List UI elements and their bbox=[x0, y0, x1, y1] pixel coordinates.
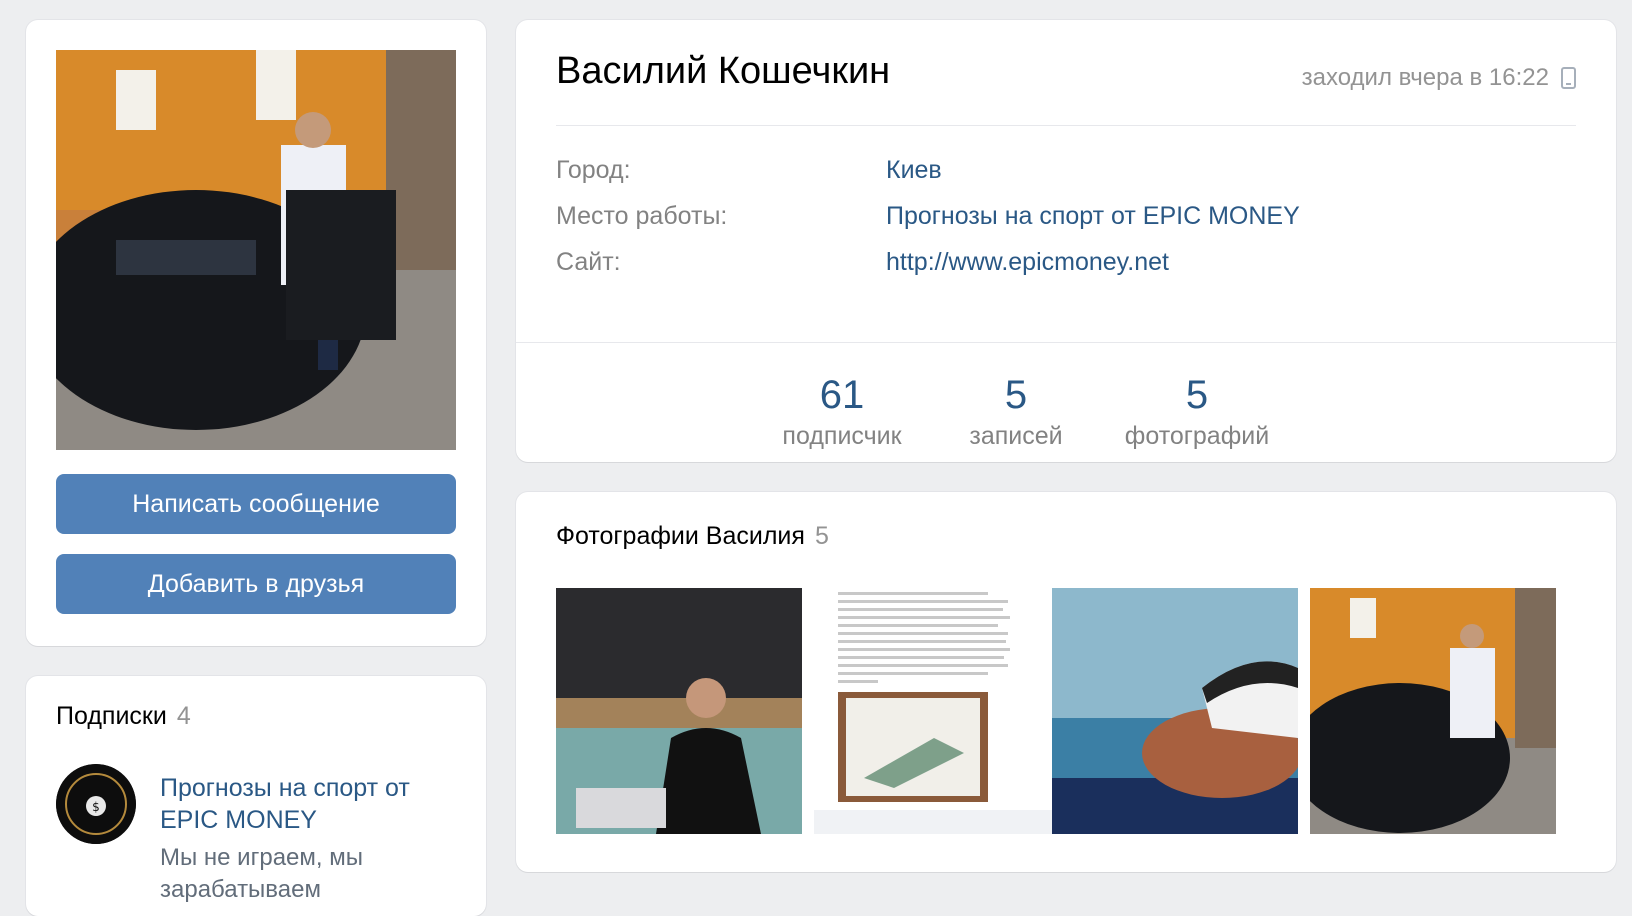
mobile-phone-icon bbox=[1561, 67, 1576, 89]
counter-label: записей bbox=[969, 422, 1063, 450]
photo-thumbnail[interactable] bbox=[814, 588, 1060, 834]
photos-title: Фотографии Василия bbox=[556, 522, 805, 550]
subscription-avatar[interactable]: $ bbox=[56, 764, 136, 844]
photo-thumbnail[interactable] bbox=[1310, 588, 1556, 834]
online-status: заходил вчера в 16:22 bbox=[1302, 64, 1576, 92]
send-message-button[interactable]: Написать сообщение bbox=[56, 474, 456, 534]
subscriptions-title: Подписки bbox=[56, 702, 167, 730]
workplace-link[interactable]: Прогнозы на спорт от EPIC MONEY bbox=[886, 196, 1300, 236]
profile-name: Василий Кошечкин bbox=[556, 50, 891, 92]
photo-thumbnail[interactable] bbox=[1052, 588, 1298, 834]
counter-value: 5 bbox=[1185, 373, 1209, 417]
info-label: Сайт: bbox=[556, 248, 621, 276]
subscriptions-card: Подписки 4 $ Прогнозы на спорт от EPIC MO… bbox=[26, 676, 486, 916]
counter-photos[interactable]: 5 фотографий bbox=[1112, 370, 1282, 452]
divider bbox=[556, 125, 1576, 126]
add-friend-button[interactable]: Добавить в друзья bbox=[56, 554, 456, 614]
subscription-name-link[interactable]: Прогнозы на спорт от EPIC MONEY bbox=[160, 772, 460, 836]
subscriptions-header[interactable]: Подписки 4 bbox=[56, 702, 191, 731]
counter-label: подписчик bbox=[782, 422, 902, 450]
counter-label: фотографий bbox=[1124, 422, 1270, 450]
divider bbox=[516, 342, 1616, 343]
subscriptions-count: 4 bbox=[176, 702, 191, 730]
profile-photo[interactable] bbox=[56, 50, 456, 450]
info-label: Город: bbox=[556, 156, 631, 184]
svg-text:$: $ bbox=[92, 800, 100, 814]
profile-info-card: Василий Кошечкин заходил вчера в 16:22 Г… bbox=[516, 20, 1616, 462]
website-link[interactable]: http://www.epicmoney.net bbox=[886, 242, 1169, 282]
photo-thumbnail[interactable] bbox=[556, 588, 802, 834]
info-label: Место работы: bbox=[556, 202, 728, 230]
photos-card: Фотографии Василия 5 bbox=[516, 492, 1616, 872]
counter-followers[interactable]: 61 подписчик bbox=[762, 370, 922, 452]
photos-header[interactable]: Фотографии Василия 5 bbox=[556, 522, 829, 551]
online-status-text: заходил вчера в 16:22 bbox=[1301, 64, 1549, 91]
subscription-description: Мы не играем, мы зарабатываем bbox=[160, 844, 363, 903]
photos-count: 5 bbox=[814, 522, 829, 550]
counter-value: 5 bbox=[1004, 373, 1028, 417]
counter-posts[interactable]: 5 записей bbox=[946, 370, 1086, 452]
counter-value: 61 bbox=[819, 373, 865, 417]
city-link[interactable]: Киев bbox=[886, 150, 942, 190]
avatar-card: Написать сообщение Добавить в друзья bbox=[26, 20, 486, 646]
